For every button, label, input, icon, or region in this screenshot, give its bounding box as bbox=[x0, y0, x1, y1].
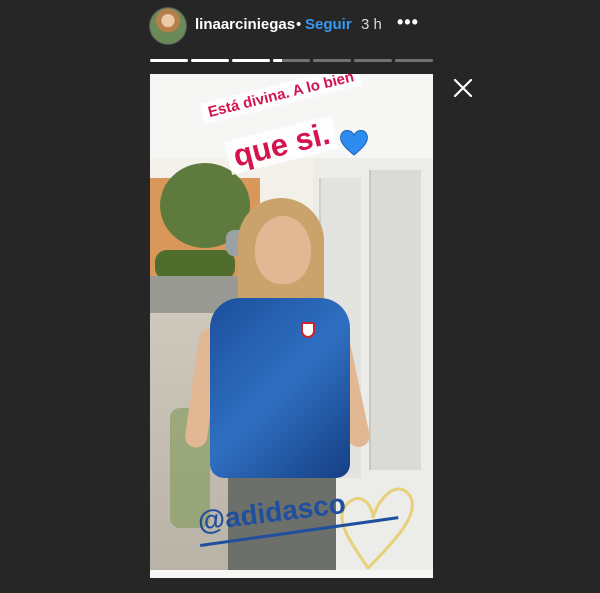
more-options-icon[interactable]: ••• bbox=[397, 12, 419, 33]
username[interactable]: linaarciniegas bbox=[195, 16, 295, 33]
separator-dot: • bbox=[296, 16, 302, 33]
progress-segment bbox=[150, 59, 188, 62]
progress-segment bbox=[313, 59, 352, 62]
timestamp: 3 h bbox=[361, 16, 382, 33]
story-header: linaarciniegas • Seguir 3 h ••• bbox=[0, 0, 600, 52]
avatar[interactable] bbox=[149, 7, 187, 45]
progress-segment bbox=[395, 59, 434, 62]
story-caption-line1: Está divina. A lo bien bbox=[200, 74, 363, 125]
progress-segment bbox=[354, 59, 393, 62]
close-icon[interactable] bbox=[451, 76, 475, 100]
progress-segment bbox=[272, 59, 311, 62]
story-frame[interactable]: Está divina. A lo bien que si. @adidasco bbox=[150, 74, 433, 578]
progress-segment bbox=[190, 59, 229, 62]
story-progress-bar bbox=[150, 59, 434, 62]
progress-segment bbox=[231, 59, 270, 62]
blue-heart-icon bbox=[340, 130, 368, 156]
follow-button[interactable]: Seguir bbox=[305, 16, 352, 33]
